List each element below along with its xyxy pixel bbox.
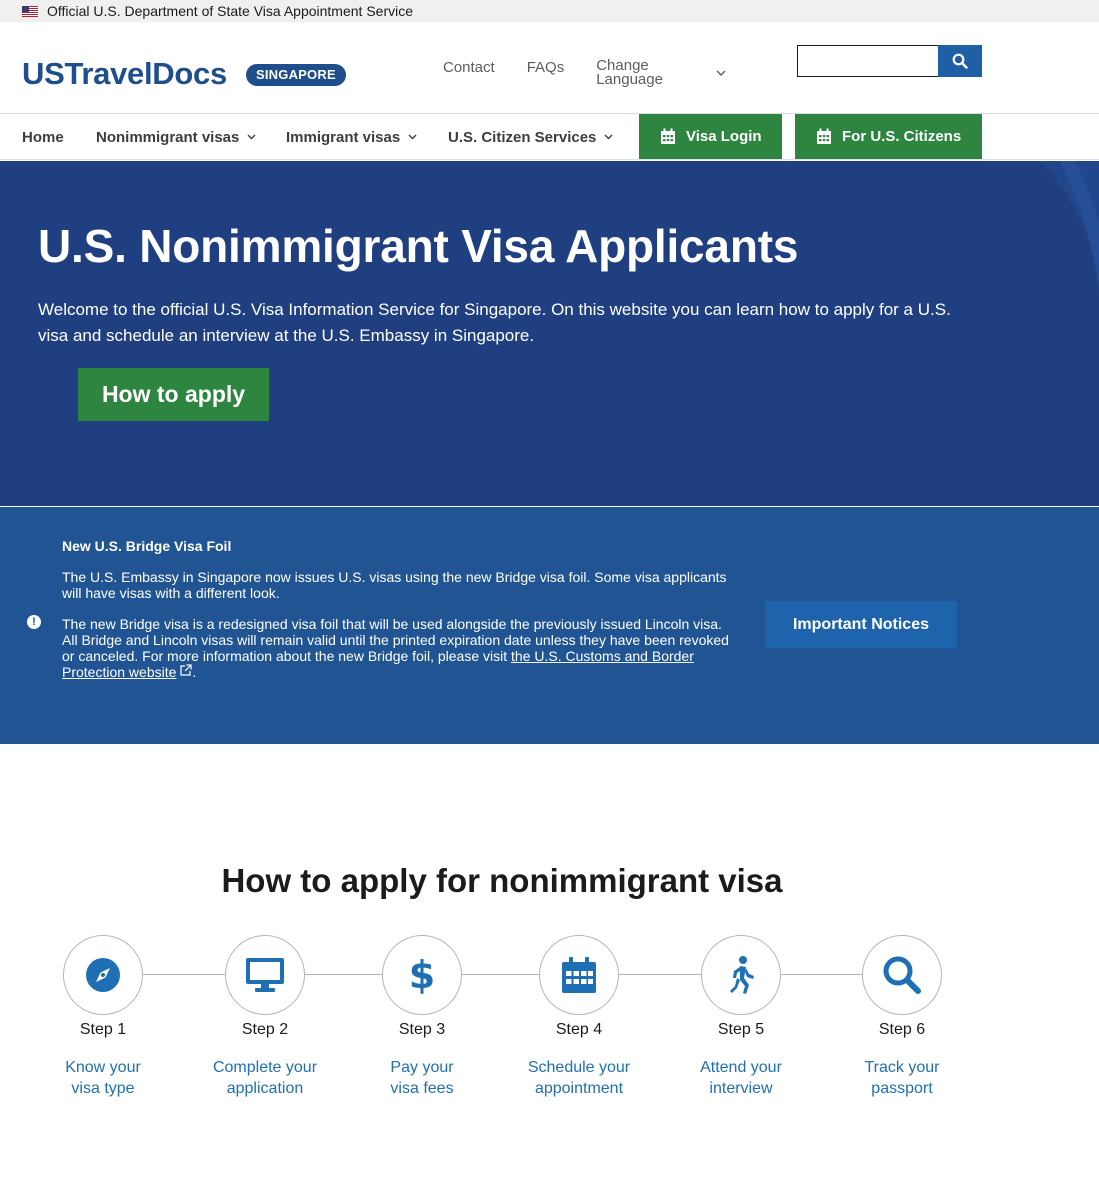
dollar-icon: $ (409, 955, 435, 995)
external-link-icon (180, 664, 193, 676)
site-header: USTravelDocs SINGAPORE Contact FAQs Chan… (0, 22, 1099, 114)
notice-paragraph-2: The new Bridge visa is a redesigned visa… (62, 616, 734, 680)
chevron-down-icon (716, 70, 726, 76)
step-4-link[interactable]: Schedule your appointment (528, 1057, 630, 1099)
step-item: Step 1 Know your visa type (33, 935, 173, 1099)
monitor-icon (246, 958, 284, 992)
important-notices-button[interactable]: Important Notices (765, 601, 957, 648)
notice-paragraph-2-end: . (192, 664, 197, 680)
gov-banner-text: Official U.S. Department of State Visa A… (47, 3, 413, 19)
hero-title: U.S. Nonimmigrant Visa Applicants (38, 220, 799, 272)
step-item: Step 4 Schedule your appointment (509, 935, 649, 1099)
change-language-line2: Language (596, 71, 663, 88)
step-6-link[interactable]: Track your passport (865, 1057, 940, 1099)
visa-login-label: Visa Login (686, 128, 762, 145)
magnifier-icon (883, 956, 921, 994)
calendar-icon (817, 128, 831, 144)
step-6-link-line2: passport (871, 1080, 933, 1097)
notice-section: ! New U.S. Bridge Visa Foil The U.S. Emb… (0, 507, 1099, 744)
step-1-circle[interactable] (63, 935, 143, 1015)
search-button[interactable] (938, 45, 982, 77)
step-6-link-line1: Track your (864, 1059, 940, 1076)
step-1-link[interactable]: Know your visa type (65, 1057, 141, 1099)
search-input[interactable] (797, 45, 939, 77)
step-3-circle[interactable]: $ (382, 935, 462, 1015)
nav-nonimmigrant-visas[interactable]: Nonimmigrant visas (96, 114, 256, 160)
step-2-link-line2: application (226, 1080, 304, 1097)
contact-link[interactable]: Contact (443, 59, 495, 76)
step-number: Step 5 (717, 1021, 765, 1038)
step-4-link-line2: appointment (534, 1080, 624, 1097)
us-flag-icon (22, 5, 38, 17)
step-4-circle[interactable] (539, 935, 619, 1015)
notice-heading: New U.S. Bridge Visa Foil (62, 538, 232, 554)
step-number: Step 4 (555, 1021, 603, 1038)
calendar-icon (661, 128, 675, 144)
nav-home[interactable]: Home (22, 114, 64, 160)
nav-immigrant-visas[interactable]: Immigrant visas (286, 114, 417, 160)
calendar-icon (562, 957, 596, 993)
visa-login-button[interactable]: Visa Login (639, 114, 782, 159)
step-item: $ Step 3 Pay your visa fees (352, 935, 492, 1099)
step-2-link-line1: Complete your (212, 1059, 318, 1076)
step-item: Step 6 Track your passport (832, 935, 972, 1099)
step-1-link-line1: Know your (65, 1059, 141, 1076)
gov-banner: Official U.S. Department of State Visa A… (0, 0, 1099, 22)
exclamation-icon: ! (27, 615, 41, 629)
step-number: Step 1 (79, 1021, 127, 1038)
country-badge: SINGAPORE (246, 64, 346, 86)
walking-person-icon (730, 956, 754, 994)
step-5-link-line1: Attend your (700, 1059, 782, 1076)
step-2-circle[interactable] (225, 935, 305, 1015)
chevron-down-icon (604, 134, 613, 140)
site-logo[interactable]: USTravelDocs (22, 56, 227, 92)
change-language-dropdown[interactable]: Change Language (596, 58, 726, 88)
nav-citizen-services-label: U.S. Citizen Services (448, 128, 597, 146)
step-5-circle[interactable] (701, 935, 781, 1015)
step-4-link-line1: Schedule your (527, 1059, 631, 1076)
steps-title: How to apply for nonimmigrant visa (221, 862, 783, 899)
svg-text:$: $ (409, 955, 435, 995)
step-5-link[interactable]: Attend your interview (700, 1057, 782, 1099)
step-5-link-line2: interview (709, 1080, 773, 1097)
step-3-link-line1: Pay your (390, 1059, 454, 1076)
notice-paragraph-1: The U.S. Embassy in Singapore now issues… (62, 569, 727, 601)
for-us-citizens-button[interactable]: For U.S. Citizens (795, 114, 982, 159)
change-language-label: Change Language (596, 58, 696, 88)
compass-icon (86, 958, 120, 992)
nav-immigrant-label: Immigrant visas (286, 128, 401, 146)
nav-citizen-services[interactable]: U.S. Citizen Services (448, 114, 613, 160)
step-3-link-line2: visa fees (390, 1080, 454, 1097)
chevron-down-icon (408, 134, 417, 140)
utility-nav: Contact FAQs Change Language (443, 58, 726, 88)
hero-intro-text: Welcome to the official U.S. Visa Inform… (38, 300, 951, 345)
main-nav: Home Nonimmigrant visas Immigrant visas … (0, 114, 1099, 160)
step-number: Step 3 (398, 1021, 446, 1038)
for-us-citizens-label: For U.S. Citizens (842, 128, 962, 145)
step-2-link[interactable]: Complete your application (213, 1057, 317, 1099)
faqs-link[interactable]: FAQs (527, 59, 565, 76)
nav-home-label: Home (22, 128, 64, 146)
hero-section: U.S. Nonimmigrant Visa Applicants Welcom… (0, 161, 1099, 506)
search-icon (952, 53, 968, 69)
nav-nonimmigrant-label: Nonimmigrant visas (96, 128, 240, 146)
step-6-circle[interactable] (862, 935, 942, 1015)
chevron-down-icon (247, 134, 256, 140)
step-number: Step 6 (878, 1021, 926, 1038)
step-1-link-line2: visa type (71, 1080, 135, 1097)
step-item: Step 2 Complete your application (195, 935, 335, 1099)
how-to-apply-button[interactable]: How to apply (78, 368, 269, 421)
step-item: Step 5 Attend your interview (671, 935, 811, 1099)
step-3-link[interactable]: Pay your visa fees (390, 1057, 453, 1099)
step-number: Step 2 (241, 1021, 289, 1038)
